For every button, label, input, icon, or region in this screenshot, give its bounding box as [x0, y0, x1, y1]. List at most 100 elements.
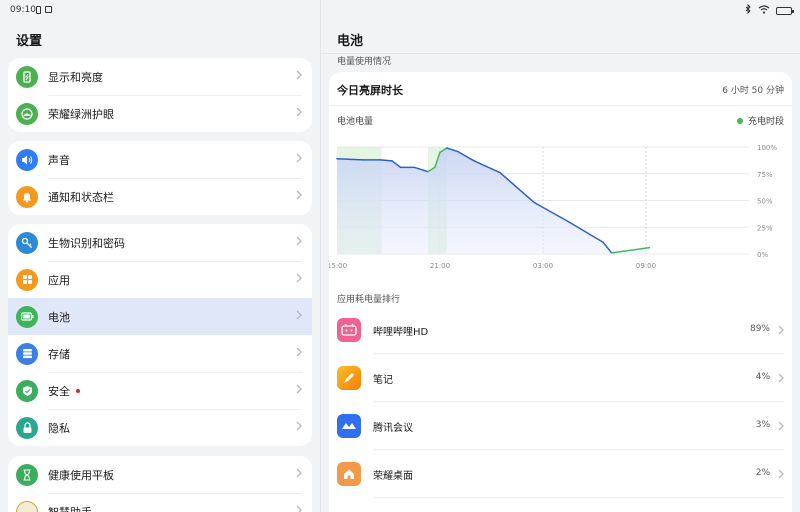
settings-item-eye-care[interactable]: 荣耀绿洲护眼 [8, 95, 312, 132]
chevron-right-icon [296, 347, 302, 357]
app-usage-row-honor-launcher[interactable]: 荣耀桌面 2% [329, 450, 792, 498]
apps-icon [16, 268, 38, 291]
settings-group-wellbeing: 健康使用平板 智慧助手 [8, 456, 312, 512]
settings-item-display[interactable]: 显示和亮度 [8, 58, 312, 95]
bell-icon [16, 185, 38, 208]
chart-title: 电池电量 [337, 117, 374, 127]
eye-care-icon [16, 102, 38, 125]
status-bar: 09:10 [0, 0, 800, 20]
settings-item-label: 安全 [48, 384, 70, 398]
settings-item-label: 声音 [48, 153, 70, 167]
screen-time-row[interactable]: 今日亮屏时长 6 小时 50 分钟 [329, 72, 792, 106]
settings-pane: 设置 显示和亮度 荣耀绿洲护眼 声音 通知和状态栏 生物识别和密码 应用 电池 … [0, 20, 320, 512]
app-usage-row-notes[interactable]: 笔记 4% [329, 354, 792, 402]
chart-legend: 充电时段 [736, 114, 784, 127]
settings-item-biometrics[interactable]: 生物识别和密码 [8, 224, 312, 261]
battery-status-icon [776, 6, 794, 15]
usage-section-label: 电量使用情况 [337, 57, 392, 67]
battery-pane: 电池 电量使用情况 今日亮屏时长 6 小时 50 分钟 电池电量 充电时段 15… [321, 20, 800, 512]
y-tick-label: 25% [757, 224, 773, 232]
hourglass-icon [16, 463, 38, 486]
settings-item-sound[interactable]: 声音 [8, 141, 312, 178]
settings-item-privacy[interactable]: 隐私 [8, 409, 312, 446]
settings-group-system: 生物识别和密码 应用 电池 存储 安全 隐私 [8, 224, 312, 446]
bluetooth-icon [745, 3, 752, 17]
settings-item-digital-balance[interactable]: 健康使用平板 [8, 456, 312, 493]
app-percentage: 3% [755, 420, 770, 430]
settings-item-label: 智慧助手 [48, 505, 92, 512]
chevron-right-icon [296, 505, 302, 512]
ranking-section-label: 应用耗电量排行 [337, 295, 401, 305]
notification-dot [76, 388, 80, 393]
status-icons [745, 3, 794, 17]
settings-item-storage[interactable]: 存储 [8, 335, 312, 372]
app-percentage: 2% [755, 468, 770, 478]
chevron-right-icon [296, 384, 302, 394]
lock-icon [16, 416, 38, 439]
page-title: 电池 [337, 34, 364, 49]
x-tick-label: 21:00 [430, 262, 450, 270]
legend-label: 充电时段 [747, 117, 784, 127]
y-tick-label: 50% [757, 198, 773, 206]
settings-item-battery[interactable]: 电池 [8, 298, 312, 335]
chevron-right-icon [296, 273, 302, 283]
app-usage-row-tencent-meeting[interactable]: 腾讯会议 3% [329, 402, 792, 450]
battery-level-area [337, 148, 650, 254]
screen-time-label: 今日亮屏时长 [337, 84, 403, 97]
settings-item-label: 健康使用平板 [48, 468, 114, 482]
settings-item-label: 隐私 [48, 421, 70, 435]
battery-usage-card: 今日亮屏时长 6 小时 50 分钟 电池电量 充电时段 15:00 21:00 03… [329, 72, 792, 512]
sound-icon [16, 148, 38, 171]
settings-item-label: 通知和状态栏 [48, 190, 114, 204]
settings-item-label: 显示和亮度 [48, 70, 103, 84]
settings-item-notifications[interactable]: 通知和状态栏 [8, 178, 312, 215]
y-tick-label: 75% [757, 171, 773, 179]
chevron-right-icon [296, 153, 302, 163]
key-icon [16, 231, 38, 254]
chevron-right-icon [296, 468, 302, 478]
chevron-right-icon [296, 190, 302, 200]
chevron-right-icon [296, 70, 302, 80]
home-launcher-icon [337, 462, 361, 486]
chevron-right-icon [778, 373, 784, 383]
x-tick-label: 09:00 [636, 262, 656, 270]
chevron-right-icon [778, 469, 784, 479]
legend-swatch-charging [736, 117, 743, 124]
notes-icon [337, 366, 361, 390]
settings-item-security[interactable]: 安全 [8, 372, 312, 409]
settings-item-label: 荣耀绿洲护眼 [48, 107, 114, 121]
chevron-right-icon [296, 421, 302, 431]
app-name: 哔哩哔哩HD [373, 327, 429, 338]
settings-group-display: 显示和亮度 荣耀绿洲护眼 [8, 58, 312, 132]
app-percentage: 89% [749, 324, 770, 334]
settings-item-apps[interactable]: 应用 [8, 261, 312, 298]
settings-item-label: 生物识别和密码 [48, 236, 125, 250]
notification-icon [45, 6, 52, 13]
sim-icon [36, 6, 41, 14]
chevron-right-icon [296, 107, 302, 117]
app-name: 腾讯会议 [373, 423, 413, 434]
battery-header: 电池 [321, 20, 800, 54]
display-icon [16, 65, 38, 88]
y-tick-label: 0% [757, 251, 768, 259]
settings-item-smart-assistant[interactable]: 智慧助手 [8, 493, 312, 512]
settings-item-label: 应用 [48, 273, 70, 287]
bilibili-icon [337, 318, 361, 342]
status-time: 09:10 [10, 5, 36, 15]
app-name: 荣耀桌面 [373, 471, 413, 482]
battery-line-segment [336, 158, 364, 161]
assistant-icon [16, 500, 38, 512]
shield-icon [16, 379, 38, 402]
battery-level-chart: 15:00 21:00 03:00 09:00 100% 75% 50% 25% 0% [329, 144, 777, 270]
chevron-right-icon [296, 236, 302, 246]
screen-time-value: 6 小时 50 分钟 [722, 86, 784, 96]
settings-item-label: 存储 [48, 347, 70, 361]
battery-icon [16, 305, 38, 328]
app-percentage: 4% [755, 372, 770, 382]
chevron-right-icon [778, 421, 784, 431]
settings-group-sound: 声音 通知和状态栏 [8, 141, 312, 215]
app-usage-row-bilibili[interactable]: 哔哩哔哩HD 89% [329, 306, 792, 354]
storage-icon [16, 342, 38, 365]
x-tick-label: 15:00 [329, 262, 347, 270]
app-name: 笔记 [373, 375, 393, 386]
